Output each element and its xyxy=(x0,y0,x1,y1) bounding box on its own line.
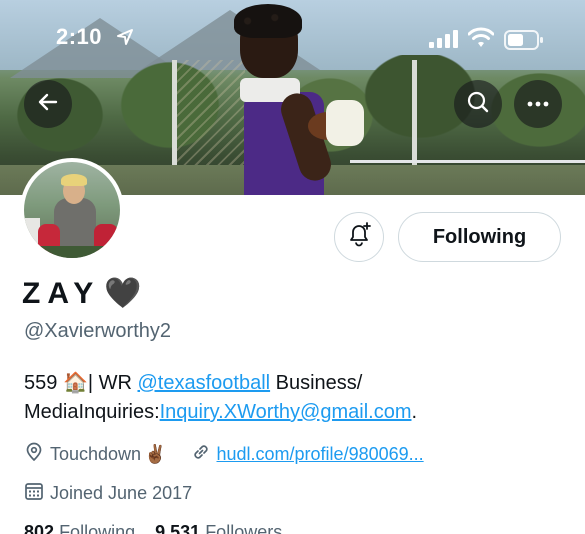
website[interactable]: hudl.com/profile/980069... xyxy=(191,442,424,467)
user-handle: @Xavierworthy2 xyxy=(24,320,172,342)
cellular-signal-icon xyxy=(429,30,459,53)
link-icon xyxy=(191,442,217,467)
status-bar: 2:10 xyxy=(0,24,585,56)
back-button[interactable] xyxy=(24,80,72,128)
search-icon xyxy=(466,90,490,119)
bio-text: 559 xyxy=(24,372,63,394)
arrow-left-icon xyxy=(37,91,59,118)
status-time: 2:10 xyxy=(56,24,103,49)
display-name-text: ZAY xyxy=(22,276,101,310)
following-count: 802 xyxy=(24,522,55,534)
followers-stat[interactable]: 9,531 Followers xyxy=(155,522,282,534)
wifi-icon xyxy=(467,27,495,54)
location: Touchdown ✌🏾 xyxy=(24,442,167,467)
search-button[interactable] xyxy=(454,80,502,128)
profile-meta-row: Touchdown ✌🏾 hudl.com/profile/980069... xyxy=(24,441,424,467)
more-horizontal-icon xyxy=(526,95,550,113)
banner-fence xyxy=(350,160,585,188)
house-emoji: 🏠 xyxy=(62,372,88,394)
bell-plus-icon xyxy=(345,221,373,254)
website-link[interactable]: hudl.com/profile/980069... xyxy=(217,444,424,465)
email-link[interactable]: Inquiry.XWorthy@gmail.com xyxy=(160,401,412,423)
following-label: Following xyxy=(59,522,136,534)
battery-icon xyxy=(504,30,544,55)
following-stat[interactable]: 802 Following xyxy=(24,522,135,534)
display-name: ZAY 🖤 xyxy=(22,276,149,311)
victory-hand-emoji: ✌🏾 xyxy=(144,443,167,464)
profile-bio: 559 🏠| WR @texasfootball Business/ Media… xyxy=(24,369,564,427)
notifications-button[interactable] xyxy=(334,212,384,262)
joined-row: Joined June 2017 xyxy=(24,480,192,506)
bio-text: | WR xyxy=(87,372,138,394)
avatar[interactable] xyxy=(20,158,124,262)
location-arrow-icon xyxy=(116,28,134,51)
calendar-icon xyxy=(24,481,50,506)
location-pin-icon xyxy=(24,442,50,467)
location-text: Touchdown xyxy=(50,443,142,464)
followers-count: 9,531 xyxy=(155,522,201,534)
following-button[interactable]: Following xyxy=(398,212,561,262)
mention-link[interactable]: @texasfootball xyxy=(137,372,270,394)
more-button[interactable] xyxy=(514,80,562,128)
follow-stats: 802 Following 9,531 Followers xyxy=(24,522,282,534)
bio-text: . xyxy=(411,401,418,423)
black-heart-emoji: 🖤 xyxy=(104,277,149,310)
joined-text: Joined June 2017 xyxy=(50,482,193,503)
followers-label: Followers xyxy=(205,522,283,534)
joined-date: Joined June 2017 xyxy=(24,481,192,506)
